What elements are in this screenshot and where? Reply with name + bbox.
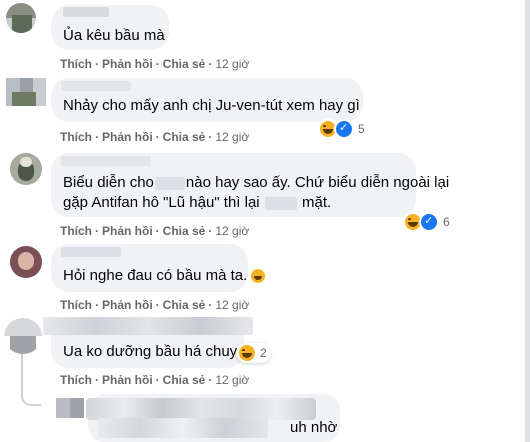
redacted-word	[264, 196, 297, 210]
reply-text: uh nhờ	[290, 419, 338, 436]
commenter-name-redacted[interactable]	[61, 247, 121, 259]
reaction-count: 6	[443, 215, 450, 229]
scrollbar[interactable]	[525, 0, 530, 442]
commenter-name-redacted[interactable]	[63, 7, 109, 19]
comment-actions: Thích · Phản hồi · Chia sẻ · 12 giờ	[60, 130, 250, 144]
comment-bubble: Nhảy cho mấy anh chị Ju-ven-tút xem hay …	[51, 78, 363, 122]
reply-bubble: uh nhờ	[98, 394, 340, 442]
like-link[interactable]: Thích	[60, 130, 92, 144]
commenter-name-redacted[interactable]	[61, 81, 131, 93]
comment-text: Nhảy cho mấy anh chị Ju-ven-tút xem hay …	[63, 97, 360, 114]
comment-actions: Thích · Phản hồi · Chia sẻ · 12 giờ	[60, 224, 250, 238]
avatar[interactable]	[4, 318, 42, 354]
timestamp[interactable]: 12 giờ	[215, 298, 249, 312]
comment-text: Hỏi nghe đau có bầu mà ta.	[63, 266, 266, 286]
timestamp[interactable]: 12 giờ	[215, 57, 249, 71]
reply-link[interactable]: Phản hồi	[102, 373, 153, 387]
like-react-icon	[334, 119, 354, 139]
like-link[interactable]: Thích	[60, 57, 92, 71]
avatar[interactable]	[6, 78, 46, 106]
redacted-word	[154, 176, 185, 190]
comment-bubble: Ủa kêu bầu mà	[51, 5, 169, 50]
share-link[interactable]: Chia sẻ	[163, 224, 206, 238]
reply-link[interactable]: Phản hồi	[102, 57, 153, 71]
comment-text: Ua ko dưỡng bầu há chuy.	[63, 343, 241, 360]
comment-bubble: Ua ko dưỡng bầu há chuy.	[43, 317, 253, 368]
reaction-summary[interactable]: 5	[318, 119, 365, 139]
haha-react-icon	[238, 344, 256, 362]
comment-actions: Thích · Phản hồi · Chia sẻ · 12 giờ	[60, 373, 250, 387]
timestamp[interactable]: 12 giờ	[215, 130, 249, 144]
comment-actions: Thích · Phản hồi · Chia sẻ · 12 giờ	[60, 298, 250, 312]
share-link[interactable]: Chia sẻ	[163, 298, 206, 312]
avatar[interactable]	[10, 246, 42, 278]
reply-text-redacted	[98, 418, 268, 438]
comment-text: Ủa kêu bầu mà	[63, 27, 165, 44]
comment-bubble: Biểu diễn cho nào hay sao ấy. Chứ biểu di…	[51, 153, 449, 217]
share-link[interactable]: Chia sẻ	[163, 130, 206, 144]
commenter-name-redacted[interactable]	[43, 317, 253, 335]
comment-actions: Thích · Phản hồi · Chia sẻ · 12 giờ	[60, 57, 250, 71]
avatar[interactable]	[6, 3, 36, 33]
reaction-summary[interactable]: 6	[403, 212, 450, 232]
like-react-icon	[419, 212, 439, 232]
reaction-count: 2	[260, 346, 267, 360]
reaction-summary[interactable]: 2	[236, 343, 271, 363]
comment-bubble: Hỏi nghe đau có bầu mà ta.	[51, 244, 266, 292]
comment-text: Biểu diễn cho nào hay sao ấy. Chứ biểu di…	[63, 174, 450, 191]
like-link[interactable]: Thích	[60, 224, 92, 238]
reply-link[interactable]: Phản hồi	[102, 130, 153, 144]
reaction-count: 5	[358, 122, 365, 136]
share-link[interactable]: Chia sẻ	[163, 57, 206, 71]
laughing-emoji-icon	[251, 269, 266, 284]
like-link[interactable]: Thích	[60, 373, 92, 387]
timestamp[interactable]: 12 giờ	[215, 373, 249, 387]
reply-avatar[interactable]	[56, 398, 84, 418]
like-link[interactable]: Thích	[60, 298, 92, 312]
reply-link[interactable]: Phản hồi	[102, 224, 153, 238]
avatar[interactable]	[10, 153, 42, 185]
reply-connector	[21, 384, 41, 406]
commenter-name-redacted[interactable]	[61, 156, 151, 168]
reply-link[interactable]: Phản hồi	[102, 298, 153, 312]
share-link[interactable]: Chia sẻ	[163, 373, 206, 387]
comment-text-line-2: gặp Antifan hô "Lũ hậu" thì lại mặt.	[63, 194, 332, 211]
timestamp[interactable]: 12 giờ	[215, 224, 249, 238]
